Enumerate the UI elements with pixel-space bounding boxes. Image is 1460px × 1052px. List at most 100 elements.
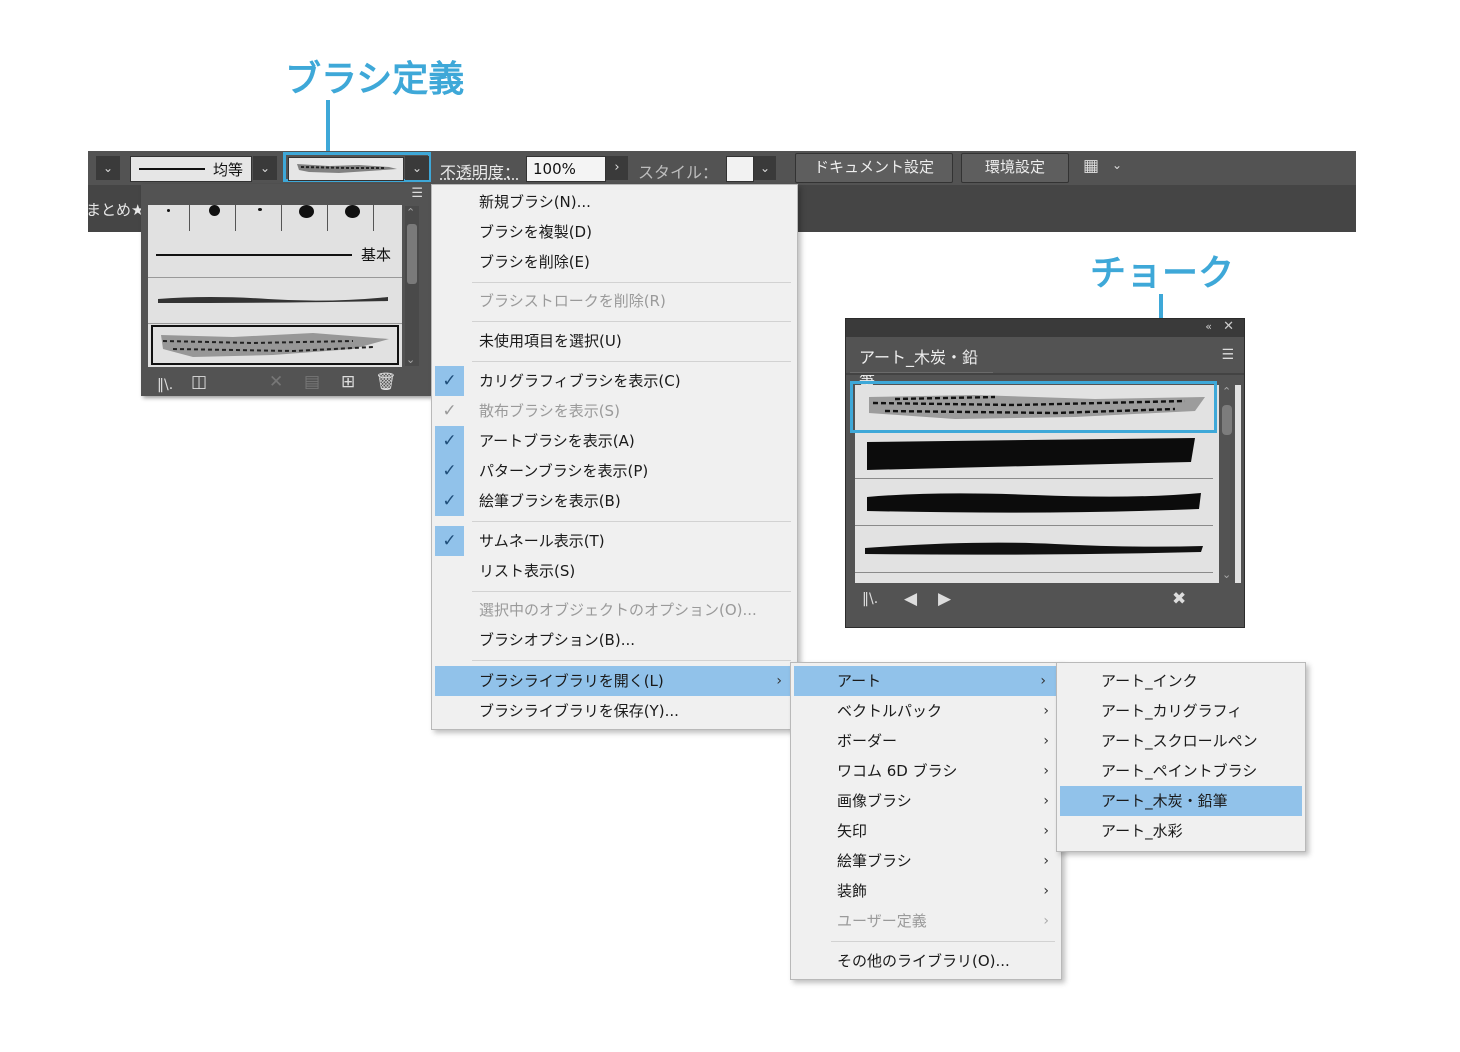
callout-chalk: チョーク (1090, 253, 1235, 294)
menu-item-duplicate-brush[interactable]: ブラシを複製(D) (432, 217, 797, 247)
art-item-paintbrush[interactable]: アート_ペイントブラシ (1057, 756, 1305, 786)
brush-row[interactable] (855, 479, 1213, 526)
basic-brush-row[interactable]: 基本 (148, 233, 402, 278)
submenu-item-image-brush[interactable]: 画像ブラシ › (791, 786, 1061, 816)
menu-item-open-brush-library[interactable]: ブラシライブラリを開く(L) › (435, 666, 794, 696)
art-item-calligraphy[interactable]: アート_カリグラフィ (1057, 696, 1305, 726)
menu-item-new-brush[interactable]: 新規ブラシ(N)... (432, 187, 797, 217)
panel-menu-icon[interactable]: ☰ (1221, 347, 1234, 363)
chalk-stroke (161, 333, 389, 357)
art-item-watercolor[interactable]: アート_水彩 (1057, 816, 1305, 846)
brush-swatch[interactable] (286, 205, 328, 231)
scroll-up-icon[interactable]: ⌃ (406, 206, 415, 219)
brush-row[interactable] (855, 573, 1213, 583)
charcoal-pencil-library-panel: « ✕ アート_木炭・鉛筆 ☰ ⌃ ⌄ ‖\. ◀ ▶ ✖ (845, 318, 1245, 628)
chevron-down-icon: ⌄ (411, 161, 423, 175)
brush-swatch[interactable] (332, 205, 374, 231)
brush-definition-dropdown[interactable]: ⌄ (405, 156, 429, 180)
brush-library-icon[interactable]: ‖\. (862, 591, 878, 607)
checkmark-icon: ✓ (435, 366, 464, 396)
menu-item-show-bristle[interactable]: ✓ 絵筆ブラシを表示(B) (432, 486, 797, 516)
brush-row[interactable] (855, 432, 1213, 479)
submenu-item-wacom-6d[interactable]: ワコム 6D ブラシ › (791, 756, 1061, 786)
brush-panel-menu: 新規ブラシ(N)... ブラシを複製(D) ブラシを削除(E) ブラシストローク… (431, 184, 798, 730)
opacity-value: 100% (533, 160, 576, 178)
popover-scrollbar[interactable]: ⌃ ⌄ (405, 206, 419, 366)
brush-dot-row (148, 205, 374, 231)
scroll-down-icon[interactable]: ⌄ (406, 353, 415, 366)
submenu-item-vector-packs[interactable]: ベクトルパック › (791, 696, 1061, 726)
chevron-right-icon: › (1040, 673, 1046, 689)
variable-width-profile[interactable]: 均等 (130, 156, 252, 182)
brush-definition-field[interactable] (288, 157, 404, 181)
next-library-icon[interactable]: ▶ (938, 589, 951, 609)
menu-item-brush-options[interactable]: ブラシオプション(B)... (432, 625, 797, 655)
menu-item-thumbnail-view[interactable]: ✓ サムネール表示(T) (432, 526, 797, 556)
art-item-scroll-pen[interactable]: アート_スクロールペン (1057, 726, 1305, 756)
chevron-right-icon: › (1043, 853, 1049, 869)
submenu-item-borders[interactable]: ボーダー › (791, 726, 1061, 756)
scroll-thumb[interactable] (1222, 405, 1232, 435)
preferences-button[interactable]: 環境設定 (961, 153, 1069, 183)
arrange-documents-icon[interactable]: ▦ (1083, 156, 1099, 176)
document-tab-label[interactable]: まとめ★ (86, 199, 144, 220)
place-brush-icon[interactable]: ◫ (191, 372, 207, 392)
opacity-stepper[interactable]: › (606, 156, 628, 180)
brush-swatch[interactable] (240, 205, 282, 231)
panel-menu-icon[interactable]: ☰ (411, 186, 423, 201)
previous-library-icon[interactable]: ◀ (904, 589, 917, 609)
menu-item-delete-brush[interactable]: ブラシを削除(E) (432, 247, 797, 277)
opacity-input[interactable]: 100% (526, 156, 606, 182)
style-dropdown[interactable]: ⌄ (754, 156, 776, 180)
brush-swatch[interactable] (148, 205, 190, 231)
art-item-ink[interactable]: アート_インク (1057, 666, 1305, 696)
chevron-right-icon: › (776, 673, 782, 689)
remove-brush-icon[interactable]: ✖ (1172, 589, 1186, 609)
scroll-up-icon[interactable]: ⌃ (1222, 385, 1231, 398)
chevron-right-icon: › (1043, 763, 1049, 779)
submenu-item-bristle-brush[interactable]: 絵筆ブラシ › (791, 846, 1061, 876)
stroke-weight-dropdown[interactable]: ⌄ (96, 156, 120, 180)
document-setup-button[interactable]: ドキュメント設定 (795, 153, 953, 183)
menu-item-show-calligraphic[interactable]: ✓ カリグラフィブラシを表示(C) (432, 366, 797, 396)
submenu-item-arrows[interactable]: 矢印 › (791, 816, 1061, 846)
chevron-down-icon[interactable]: ⌄ (1112, 158, 1122, 172)
brush-swatch[interactable] (194, 205, 236, 231)
chalk-brush-row-selected[interactable] (151, 325, 399, 365)
checkmark-icon: ✓ (435, 526, 464, 556)
profile-dropdown[interactable]: ⌄ (253, 156, 277, 180)
submenu-item-art[interactable]: アート › (794, 666, 1058, 696)
brush-library-icon[interactable]: ‖\. (157, 374, 173, 393)
scroll-thumb[interactable] (407, 224, 417, 284)
menu-separator (472, 321, 791, 322)
collapse-panel-icon[interactable]: « (1205, 320, 1212, 333)
opacity-label[interactable]: 不透明度： (440, 159, 520, 183)
menu-item-save-brush-library[interactable]: ブラシライブラリを保存(Y)... (432, 696, 797, 726)
brush-row[interactable] (855, 526, 1213, 573)
charcoal-brush-row[interactable] (148, 279, 402, 324)
menu-item-list-view[interactable]: リスト表示(S) (432, 556, 797, 586)
chevron-down-icon: ⌄ (102, 161, 114, 175)
callout-line-brush-definition (326, 100, 330, 152)
charcoal-thick-stroke (867, 438, 1195, 470)
chevron-right-icon: › (1043, 913, 1049, 929)
brush-list: 基本 (148, 205, 402, 367)
close-icon[interactable]: ✕ (1223, 319, 1234, 334)
submenu-item-decorative[interactable]: 装飾 › (791, 876, 1061, 906)
brush-library-submenu: アート › ベクトルパック › ボーダー › ワコム 6D ブラシ › 画像ブラシ › 矢… (790, 662, 1062, 980)
new-brush-icon[interactable]: ⊞ (341, 372, 355, 392)
chevron-right-icon: › (1043, 733, 1049, 749)
menu-separator (472, 660, 791, 661)
profile-label: 均等 (213, 161, 244, 179)
menu-item-show-art[interactable]: ✓ アートブラシを表示(A) (432, 426, 797, 456)
art-item-charcoal-pencil[interactable]: アート_木炭・鉛筆 (1060, 786, 1302, 816)
menu-item-select-unused[interactable]: 未使用項目を選択(U) (432, 326, 797, 356)
submenu-item-other-library[interactable]: その他のライブラリ(O)... (791, 946, 1061, 976)
delete-brush-icon[interactable]: 🗑︎ (375, 372, 397, 392)
menu-item-show-pattern[interactable]: ✓ パターンブラシを表示(P) (432, 456, 797, 486)
chevron-right-icon: › (1043, 823, 1049, 839)
scroll-down-icon[interactable]: ⌄ (1222, 568, 1231, 581)
panel-scrollbar[interactable]: ⌃ ⌄ (1219, 385, 1235, 583)
panel-tab[interactable]: アート_木炭・鉛筆 (850, 338, 993, 391)
graphic-style-swatch[interactable] (726, 156, 754, 182)
